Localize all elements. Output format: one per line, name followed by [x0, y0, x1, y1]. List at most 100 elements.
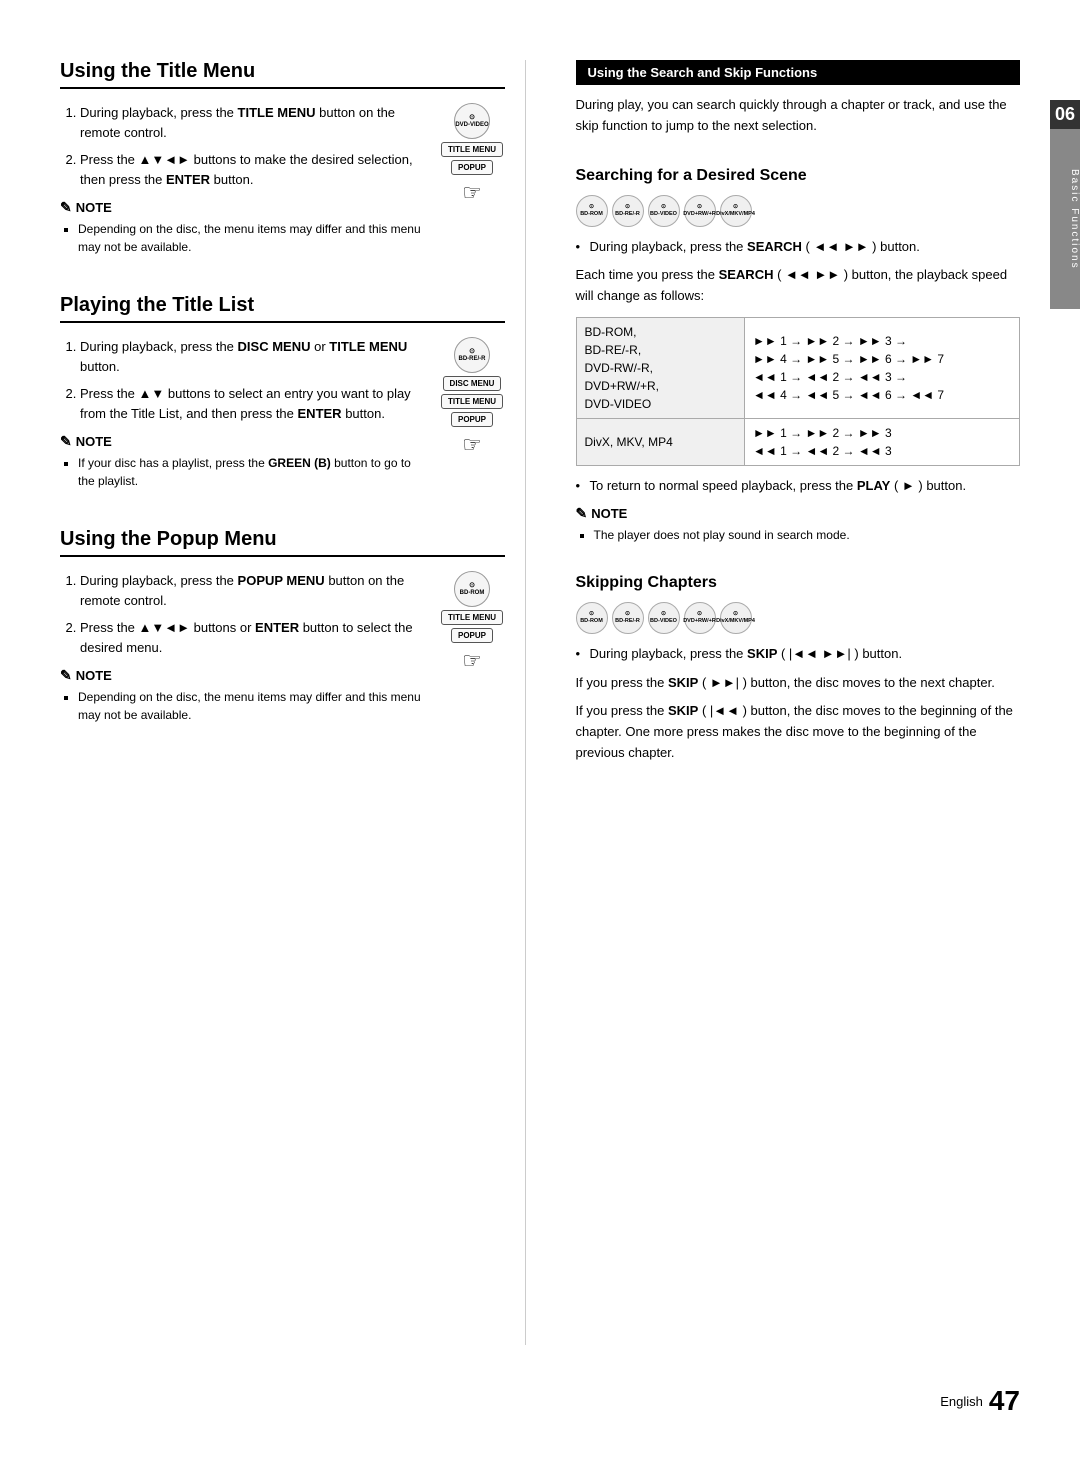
page-number: 47: [989, 1385, 1020, 1417]
section-skipping: Skipping Chapters ⊙BD-ROM ⊙BD-RE/-R ⊙BD-…: [576, 574, 1021, 764]
search-skip-heading: Using the Search and Skip Functions: [576, 60, 1021, 85]
skip-bullet-1: During playback, press the SKIP ( |◄◄ ►►…: [576, 644, 1021, 665]
icon-label: ⊙: [469, 348, 475, 356]
title-menu-step-content: During playback, press the TITLE MENU bu…: [60, 103, 430, 264]
popup-button: POPUP: [451, 160, 493, 175]
remote-button-group-2: ⊙ BD-RE/-R DISC MENU TITLE MENU POPUP ☞: [440, 337, 505, 458]
bold-text: GREEN (B): [268, 456, 331, 470]
bold-text: SEARCH: [719, 267, 774, 282]
page: 06 Basic Functions Using the Title Menu …: [0, 0, 1080, 1477]
divx-mkv-icon-2: ⊙DivX/MKV/MP4: [720, 602, 752, 634]
skip-para-2: If you press the SKIP ( |◄◄ ) button, th…: [576, 701, 1021, 763]
section-popup-menu: Using the Popup Menu During playback, pr…: [60, 528, 505, 732]
table-cell-value: ►► 1 → ►► 2 → ►► 3 ◄◄ 1 → ◄◄ 2 → ◄◄ 3: [745, 418, 1020, 465]
title-list-steps: During playback, press the DISC MENU or …: [60, 337, 505, 498]
note-block: NOTE Depending on the disc, the menu ite…: [60, 199, 430, 256]
title-list-heading: Playing the Title List: [60, 294, 505, 323]
note-block: NOTE Depending on the disc, the menu ite…: [60, 667, 430, 724]
bd-video-icon-2: ⊙BD-VIDEO: [648, 602, 680, 634]
icon-label: ⊙: [469, 582, 475, 590]
remote-button-group-3: ⊙ BD-ROM TITLE MENU POPUP ☞: [440, 571, 505, 674]
title-menu-button: TITLE MENU: [441, 142, 503, 157]
disc-label: DVD-VIDEO: [455, 122, 488, 129]
bd-rom-icon-2: ⊙BD-ROM: [576, 602, 608, 634]
search-skip-intro: During play, you can search quickly thro…: [576, 95, 1021, 137]
table-cell-label: DivX, MKV, MP4: [576, 418, 745, 465]
bold-text: DISC MENU: [238, 339, 311, 354]
dvd-rw-icon-2: ⊙DVD+RW/+R: [684, 602, 716, 634]
bold-text: PLAY: [857, 478, 890, 493]
dvd-rw-icon: ⊙DVD+RW/+R: [684, 195, 716, 227]
skipping-heading: Skipping Chapters: [576, 574, 1021, 592]
list-item: Press the ▲▼◄► buttons to make the desir…: [80, 150, 430, 189]
search-bullet-2: To return to normal speed playback, pres…: [576, 476, 1021, 497]
section-search-skip: Using the Search and Skip Functions Duri…: [576, 60, 1021, 137]
note-label: NOTE: [60, 667, 430, 684]
note-list: Depending on the disc, the menu items ma…: [60, 688, 430, 724]
section-title-menu: Using the Title Menu During playback, pr…: [60, 60, 505, 264]
title-menu-steps: During playback, press the TITLE MENU bu…: [60, 103, 505, 264]
list-item: Press the ▲▼◄► buttons or ENTER button t…: [80, 618, 430, 657]
list-item: During playback, press the TITLE MENU bu…: [80, 103, 430, 142]
section-title-list: Playing the Title List During playback, …: [60, 294, 505, 498]
note-block: NOTE If your disc has a playlist, press …: [60, 433, 430, 490]
hand-icon: ☞: [462, 180, 482, 206]
bold-text: SKIP: [668, 703, 698, 718]
list-item: The player does not play sound in search…: [594, 526, 1021, 544]
table-cell-value: ►► 1 → ►► 2 → ►► 3 → ►► 4 → ►► 5 → ►► 6 …: [745, 317, 1020, 418]
dvd-video-disc-icon: ⊙ DVD-VIDEO: [454, 103, 490, 139]
section-searching: Searching for a Desired Scene ⊙BD-ROM ⊙B…: [576, 167, 1021, 544]
disc-menu-button: DISC MENU: [443, 376, 502, 391]
note-list: The player does not play sound in search…: [576, 526, 1021, 544]
chapter-label: Basic Functions: [1050, 129, 1080, 309]
remote-button-group: ⊙ DVD-VIDEO TITLE MENU POPUP ☞: [440, 103, 505, 206]
title-list-step-content: During playback, press the DISC MENU or …: [60, 337, 430, 498]
bd-video-icon: ⊙BD-VIDEO: [648, 195, 680, 227]
bd-rom-icon: ⊙BD-ROM: [576, 195, 608, 227]
bold-text: ENTER: [255, 620, 299, 635]
hand-icon-3: ☞: [462, 648, 482, 674]
bold-text: ENTER: [298, 406, 342, 421]
popup-button-3: POPUP: [451, 628, 493, 643]
chapter-number: 06: [1050, 100, 1080, 129]
popup-menu-heading: Using the Popup Menu: [60, 528, 505, 557]
disc-label: BD-RE/-R: [459, 356, 486, 363]
divx-mkv-icon: ⊙DivX/MKV/MP4: [720, 195, 752, 227]
table-row: BD-ROM,BD-RE/-R,DVD-RW/-R,DVD+RW/+R,DVD-…: [576, 317, 1020, 418]
main-content: Using the Title Menu During playback, pr…: [60, 60, 1020, 1345]
bd-re-r-icon-2: ⊙BD-RE/-R: [612, 602, 644, 634]
note-label: NOTE: [60, 199, 430, 216]
bd-re-r-icon: ⊙BD-RE/-R: [612, 195, 644, 227]
bold-text: SKIP: [747, 646, 777, 661]
bold-text: SEARCH: [747, 239, 802, 254]
list-item: During playback, press the POPUP MENU bu…: [80, 571, 430, 610]
list-item: If your disc has a playlist, press the G…: [78, 454, 430, 490]
table-row: DivX, MKV, MP4 ►► 1 → ►► 2 → ►► 3 ◄◄ 1 →…: [576, 418, 1020, 465]
title-menu-heading: Using the Title Menu: [60, 60, 505, 89]
title-menu-button-3: TITLE MENU: [441, 610, 503, 625]
search-bullet-1: During playback, press the SEARCH ( ◄◄ ►…: [576, 237, 1021, 258]
popup-button-2: POPUP: [451, 412, 493, 427]
note-label: NOTE: [60, 433, 430, 450]
left-column: Using the Title Menu During playback, pr…: [60, 60, 526, 1345]
bold-text: TITLE MENU: [329, 339, 407, 354]
note-block-search: NOTE The player does not play sound in s…: [576, 505, 1021, 544]
list-item: Depending on the disc, the menu items ma…: [78, 220, 430, 256]
page-number-area: English 47: [60, 1375, 1020, 1417]
disc-icons-row: ⊙BD-ROM ⊙BD-RE/-R ⊙BD-VIDEO ⊙DVD+RW/+R ⊙…: [576, 195, 1021, 227]
bold-text: ENTER: [166, 172, 210, 187]
bold-text: SKIP: [668, 675, 698, 690]
disc-label: BD-ROM: [460, 590, 485, 597]
search-para-1: Each time you press the SEARCH ( ◄◄ ►► )…: [576, 265, 1021, 307]
chapter-sidebar: 06 Basic Functions: [1050, 100, 1080, 309]
title-menu-list: During playback, press the TITLE MENU bu…: [60, 103, 430, 189]
right-column: Using the Search and Skip Functions Duri…: [566, 60, 1021, 1345]
list-item: Depending on the disc, the menu items ma…: [78, 688, 430, 724]
popup-menu-steps: During playback, press the POPUP MENU bu…: [60, 571, 505, 732]
title-menu-button-2: TITLE MENU: [441, 394, 503, 409]
hand-icon-2: ☞: [462, 432, 482, 458]
skip-para-1: If you press the SKIP ( ►►| ) button, th…: [576, 673, 1021, 694]
popup-menu-list: During playback, press the POPUP MENU bu…: [60, 571, 430, 657]
list-item: Press the ▲▼ buttons to select an entry …: [80, 384, 430, 423]
table-cell-label: BD-ROM,BD-RE/-R,DVD-RW/-R,DVD+RW/+R,DVD-…: [576, 317, 745, 418]
